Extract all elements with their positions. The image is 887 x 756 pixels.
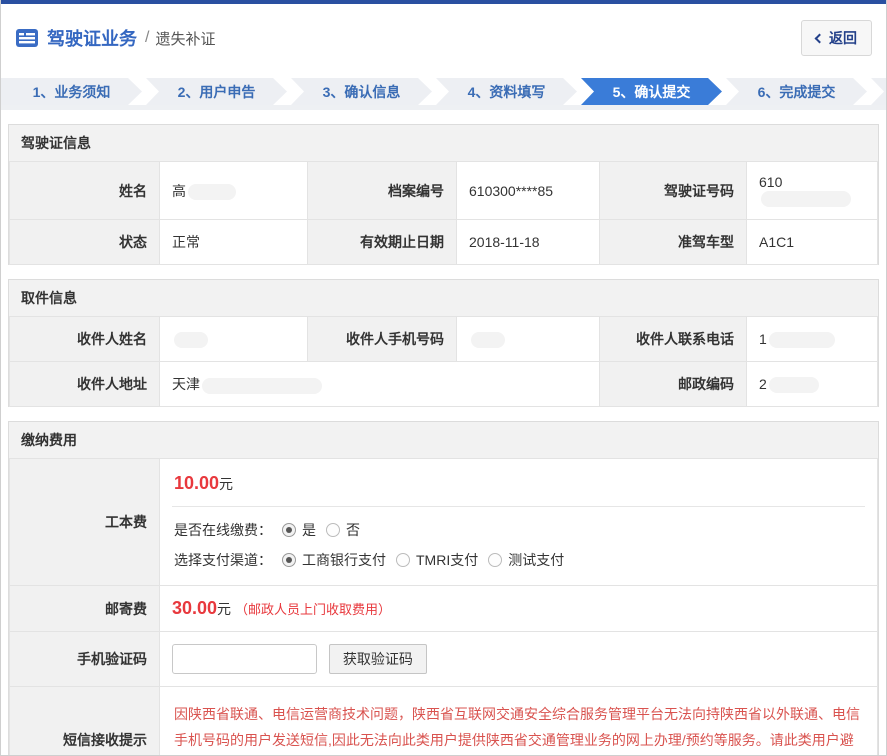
- step-wizard-filler: [871, 78, 886, 105]
- step-4-fill-data[interactable]: 4、资料填写: [436, 78, 577, 105]
- redacted-area: [471, 332, 505, 348]
- back-button-label: 返回: [829, 28, 857, 48]
- step-1-business-notice[interactable]: 1、业务须知: [1, 78, 142, 105]
- production-fee-cell: 10.00元 是否在线缴费： 是 否 选择支付渠道： 工商银行支付 TMRI支付: [160, 459, 878, 586]
- radio-icon: [282, 553, 296, 567]
- sms-notice-label: 短信接收提示: [10, 687, 160, 756]
- redacted-area: [202, 378, 322, 394]
- recipient-address-label: 收件人地址: [10, 362, 160, 407]
- radio-icon: [396, 553, 410, 567]
- radio-pay-online-yes[interactable]: 是: [282, 520, 316, 540]
- step-3-confirm-info[interactable]: 3、确认信息: [291, 78, 432, 105]
- postal-code-label: 邮政编码: [600, 362, 747, 407]
- main-content: 驾驶证信息 姓名 高 档案编号 610300****85 驾驶证号码 610 状…: [1, 124, 886, 756]
- get-sms-code-button[interactable]: 获取验证码: [329, 644, 427, 674]
- mail-fee-amount: 30.00: [172, 598, 217, 618]
- production-fee-unit: 元: [219, 476, 233, 492]
- license-section-title: 驾驶证信息: [9, 125, 878, 161]
- sms-code-label: 手机验证码: [10, 632, 160, 687]
- table-row: 工本费 10.00元 是否在线缴费： 是 否 选择支付渠道：: [10, 459, 878, 586]
- mail-fee-label: 邮寄费: [10, 586, 160, 632]
- recipient-name-value: [160, 317, 308, 362]
- production-fee-amount-line: 10.00元: [172, 471, 865, 506]
- table-row: 收件人姓名 收件人手机号码 收件人联系电话 1: [10, 317, 878, 362]
- pickup-section-title: 取件信息: [9, 280, 878, 316]
- radio-icon: [282, 523, 296, 537]
- status-label: 状态: [10, 220, 160, 265]
- mail-fee-cell: 30.00元 （邮政人员上门收取费用）: [160, 586, 878, 632]
- online-payment-question-row: 是否在线缴费： 是 否: [172, 517, 865, 543]
- license-menu-icon: [15, 28, 39, 48]
- redacted-area: [769, 377, 819, 393]
- table-row: 收件人地址 天津 邮政编码 2: [10, 362, 878, 407]
- divider: [172, 506, 865, 507]
- production-fee-label: 工本费: [10, 459, 160, 586]
- redacted-area: [769, 332, 835, 348]
- sms-code-cell: 获取验证码: [160, 632, 878, 687]
- back-chevron-icon: [815, 34, 825, 44]
- radio-icon: [488, 553, 502, 567]
- table-row: 状态 正常 有效期止日期 2018-11-18 准驾车型 A1C1: [10, 220, 878, 265]
- radio-channel-test[interactable]: 测试支付: [488, 550, 564, 570]
- radio-pay-online-no[interactable]: 否: [326, 520, 360, 540]
- recipient-mobile-value: [457, 317, 600, 362]
- name-label: 姓名: [10, 162, 160, 220]
- vehicle-class-label: 准驾车型: [600, 220, 747, 265]
- mail-fee-note: （邮政人员上门收取费用）: [235, 602, 391, 617]
- online-payment-question: 是否在线缴费：: [174, 520, 272, 540]
- license-number-value: 610: [747, 162, 878, 220]
- valid-until-label: 有效期止日期: [308, 220, 457, 265]
- fees-table: 工本费 10.00元 是否在线缴费： 是 否 选择支付渠道：: [9, 458, 878, 756]
- payment-channel-question: 选择支付渠道：: [174, 550, 272, 570]
- pickup-info-section: 取件信息 收件人姓名 收件人手机号码 收件人联系电话 1 收件人地址 天津 邮政…: [8, 279, 879, 407]
- vehicle-class-value: A1C1: [747, 220, 878, 265]
- postal-code-value: 2: [747, 362, 878, 407]
- pickup-info-table: 收件人姓名 收件人手机号码 收件人联系电话 1 收件人地址 天津 邮政编码 2: [9, 316, 878, 407]
- valid-until-value: 2018-11-18: [457, 220, 600, 265]
- table-row: 姓名 高 档案编号 610300****85 驾驶证号码 610: [10, 162, 878, 220]
- breadcrumb-separator: /: [145, 29, 149, 47]
- mail-fee-unit: 元: [217, 601, 231, 617]
- breadcrumb-current: 遗失补证: [155, 28, 215, 49]
- recipient-phone-value: 1: [747, 317, 878, 362]
- radio-channel-tmri[interactable]: TMRI支付: [396, 550, 478, 570]
- page: 驾驶证业务 / 遗失补证 返回 1、业务须知 2、用户申告 3、确认信息 4、资…: [0, 0, 887, 756]
- back-button[interactable]: 返回: [801, 20, 872, 56]
- redacted-area: [174, 332, 208, 348]
- status-value: 正常: [160, 220, 308, 265]
- header: 驾驶证业务 / 遗失补证 返回: [1, 4, 886, 70]
- fees-section-title: 缴纳费用: [9, 422, 878, 458]
- file-number-value: 610300****85: [457, 162, 600, 220]
- step-6-complete-submit[interactable]: 6、完成提交: [726, 78, 867, 105]
- radio-icon: [326, 523, 340, 537]
- license-number-label: 驾驶证号码: [600, 162, 747, 220]
- fees-section: 缴纳费用 工本费 10.00元 是否在线缴费： 是 否: [8, 421, 879, 756]
- page-title: 驾驶证业务: [47, 25, 137, 51]
- table-row: 短信接收提示 因陕西省联通、电信运营商技术问题，陕西省互联网交通安全综合服务管理…: [10, 687, 878, 756]
- recipient-name-label: 收件人姓名: [10, 317, 160, 362]
- step-5-confirm-submit[interactable]: 5、确认提交: [581, 78, 722, 105]
- name-value: 高: [160, 162, 308, 220]
- table-row: 手机验证码 获取验证码: [10, 632, 878, 687]
- redacted-area: [761, 191, 851, 207]
- table-row: 邮寄费 30.00元 （邮政人员上门收取费用）: [10, 586, 878, 632]
- license-info-table: 姓名 高 档案编号 610300****85 驾驶证号码 610 状态 正常 有…: [9, 161, 878, 265]
- file-number-label: 档案编号: [308, 162, 457, 220]
- step-wizard: 1、业务须知 2、用户申告 3、确认信息 4、资料填写 5、确认提交 6、完成提…: [1, 78, 886, 110]
- license-info-section: 驾驶证信息 姓名 高 档案编号 610300****85 驾驶证号码 610 状…: [8, 124, 879, 265]
- recipient-phone-label: 收件人联系电话: [600, 317, 747, 362]
- radio-channel-icbc[interactable]: 工商银行支付: [282, 550, 386, 570]
- production-fee-amount: 10.00: [174, 473, 219, 493]
- redacted-area: [188, 184, 236, 200]
- recipient-mobile-label: 收件人手机号码: [308, 317, 457, 362]
- sms-notice-cell: 因陕西省联通、电信运营商技术问题，陕西省互联网交通安全综合服务管理平台无法向持陕…: [160, 687, 878, 756]
- recipient-address-value: 天津: [160, 362, 600, 407]
- sms-code-input[interactable]: [172, 644, 317, 674]
- step-2-user-declaration[interactable]: 2、用户申告: [146, 78, 287, 105]
- sms-notice-text: 因陕西省联通、电信运营商技术问题，陕西省互联网交通安全综合服务管理平台无法向持陕…: [172, 699, 865, 756]
- payment-channel-question-row: 选择支付渠道： 工商银行支付 TMRI支付 测试支付: [172, 547, 865, 573]
